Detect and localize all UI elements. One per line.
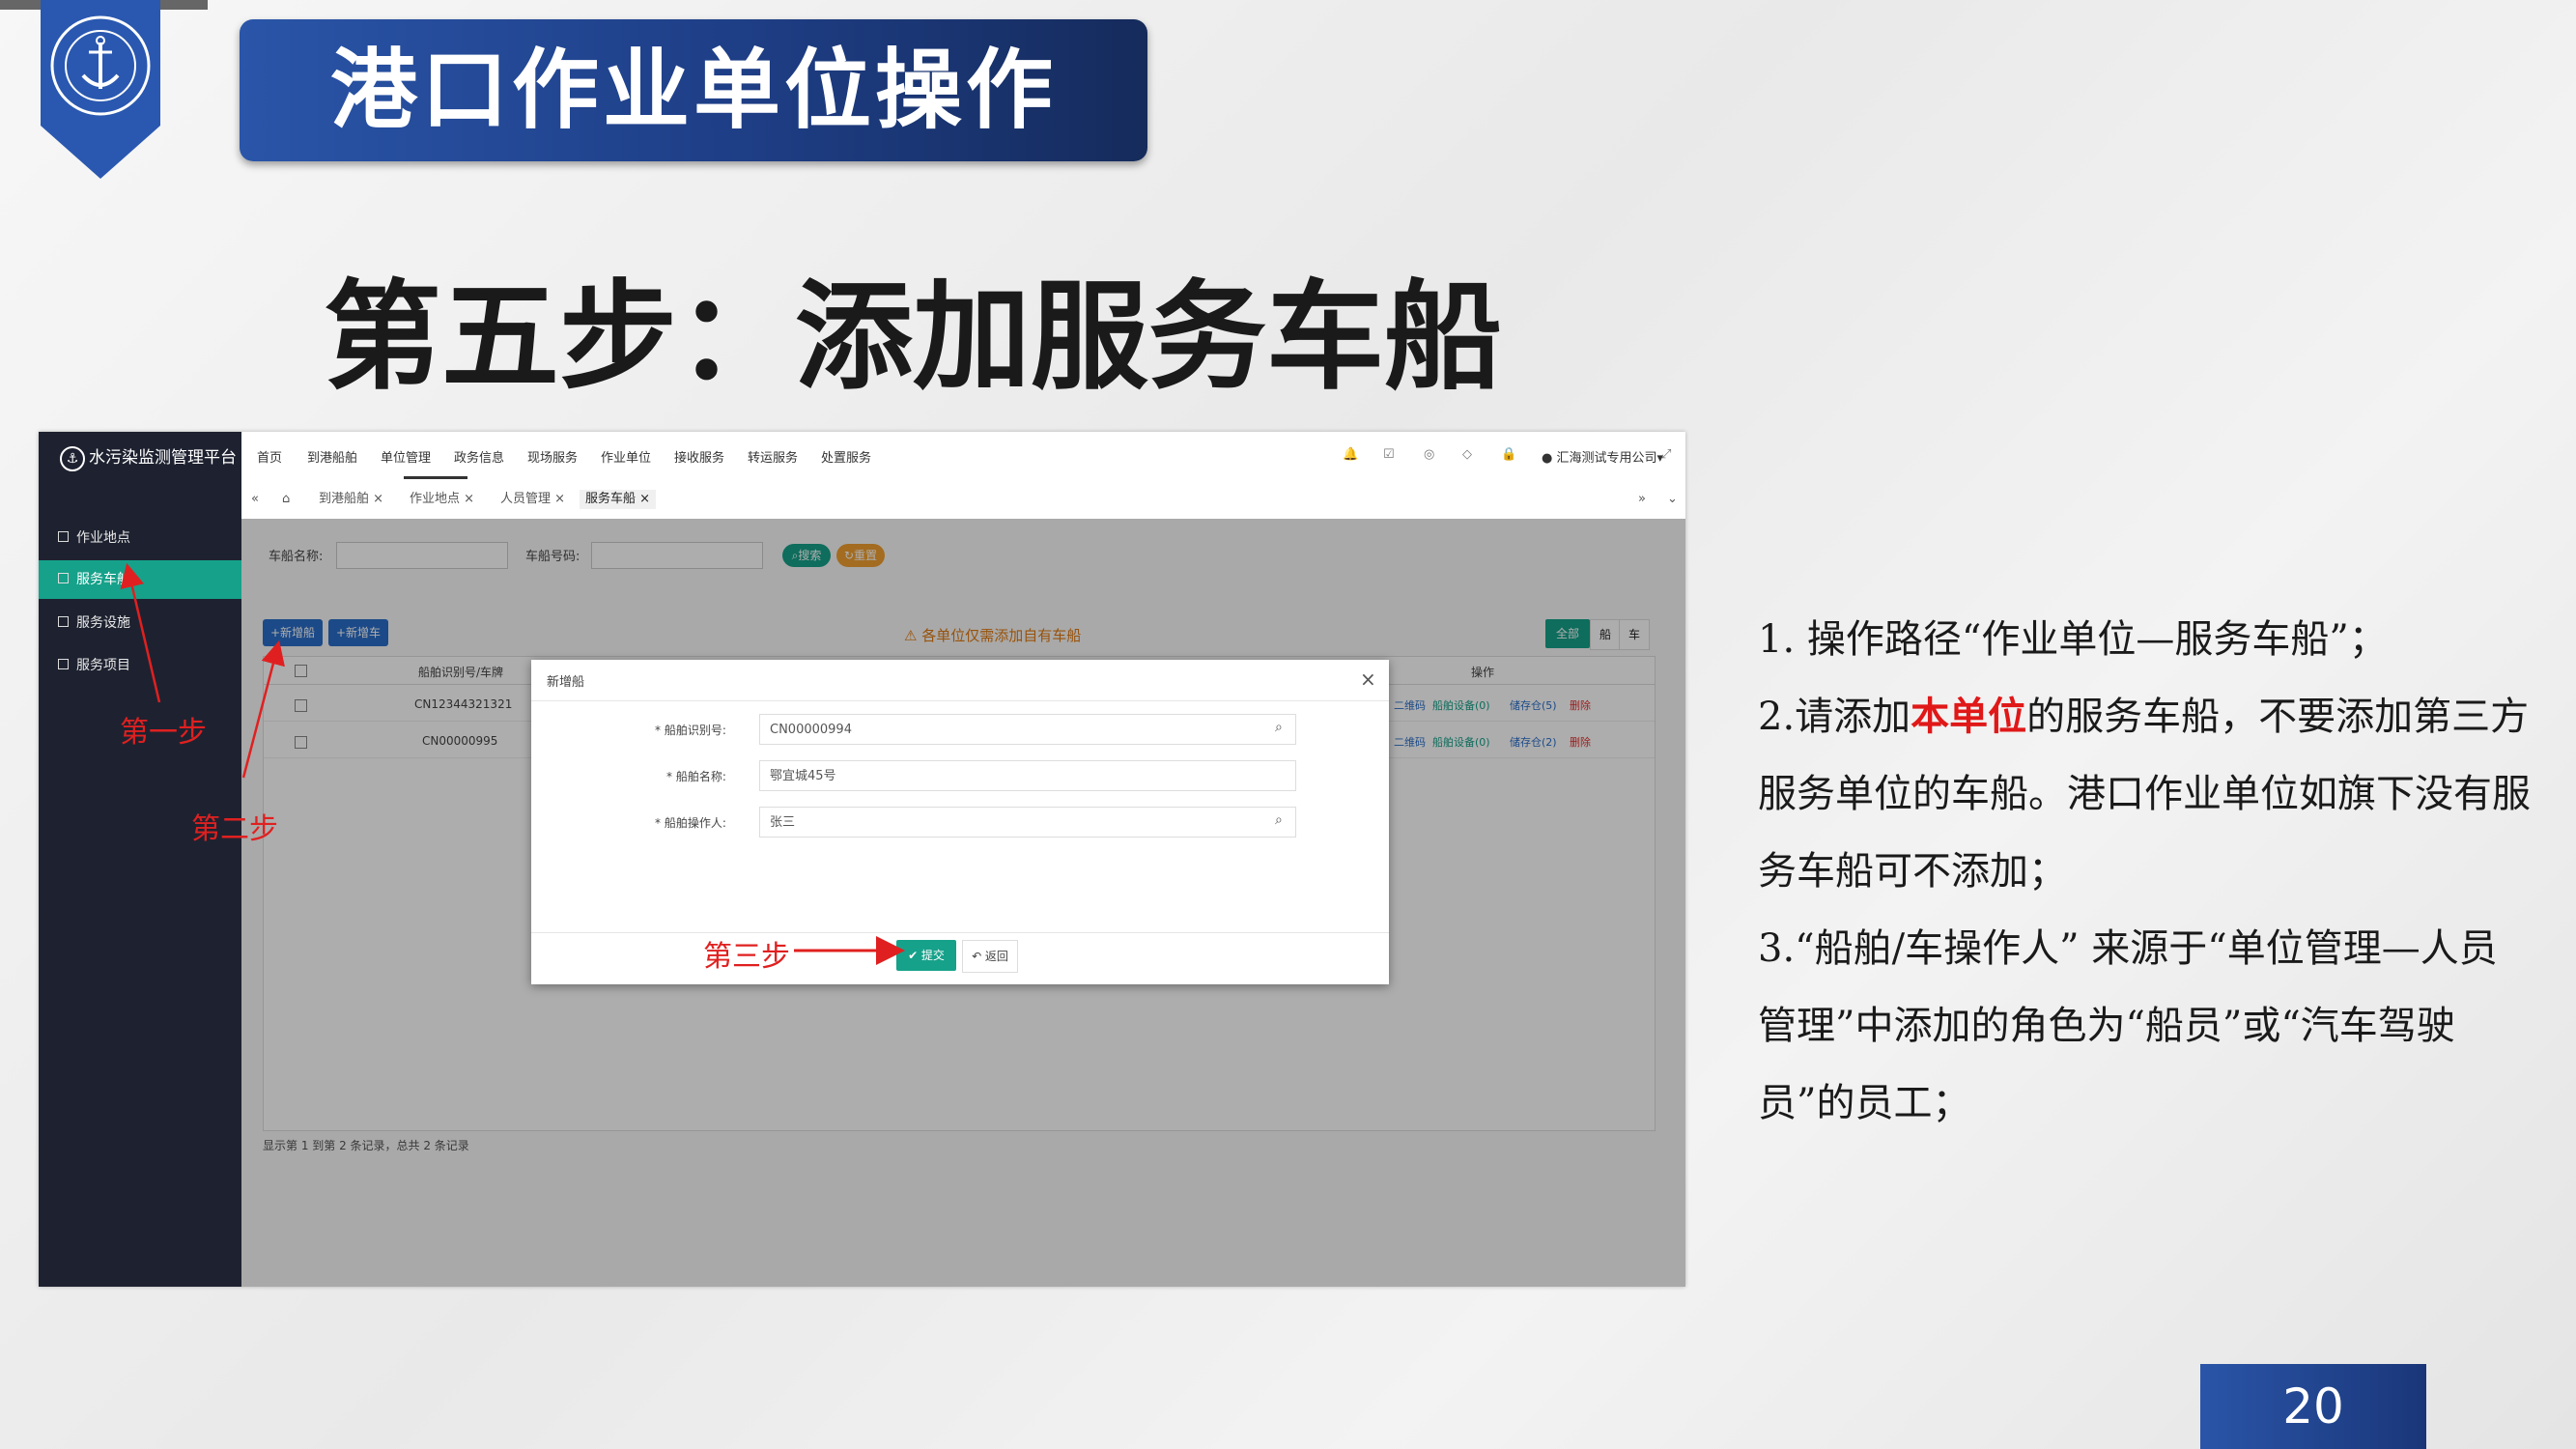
instruction-2: 2.请添加本单位的服务车船，不要添加第三方服务单位的车船。港口作业单位如旗下没有… bbox=[1758, 678, 2531, 910]
instruction-2-part-a: 2.请添加 bbox=[1758, 695, 1911, 739]
annotation-step1: 第一步 bbox=[120, 716, 207, 750]
page-number: 20 bbox=[2200, 1364, 2426, 1449]
instruction-2-highlight: 本单位 bbox=[1911, 694, 2027, 739]
annotation-step2: 第二步 bbox=[191, 812, 278, 846]
app-screenshot: ⚓ 水污染监测管理平台 作业地点 服务车船 服务设施 服务项目 首页 到港船舶 单… bbox=[39, 432, 1685, 1287]
msa-logo-badge bbox=[41, 0, 160, 179]
step-heading: 第五步：添加服务车船 bbox=[324, 267, 1502, 406]
arrow-step2 bbox=[241, 639, 285, 779]
slide-title: 港口作业单位操作 bbox=[330, 40, 1057, 141]
instructions: 1. 操作路径“作业单位—服务车船”； 2.请添加本单位的服务车船，不要添加第三… bbox=[1758, 601, 2531, 1142]
annotation-arrows bbox=[120, 562, 905, 965]
annotation-step3: 第三步 bbox=[703, 940, 790, 974]
instruction-3: 3.“船舶/车操作人” 来源于“单位管理—人员管理”中添加的角色为“船员”或“汽… bbox=[1758, 926, 2498, 1125]
instruction-1: 1. 操作路径“作业单位—服务车船”； bbox=[1758, 617, 2388, 662]
arrow-step1 bbox=[120, 562, 161, 703]
